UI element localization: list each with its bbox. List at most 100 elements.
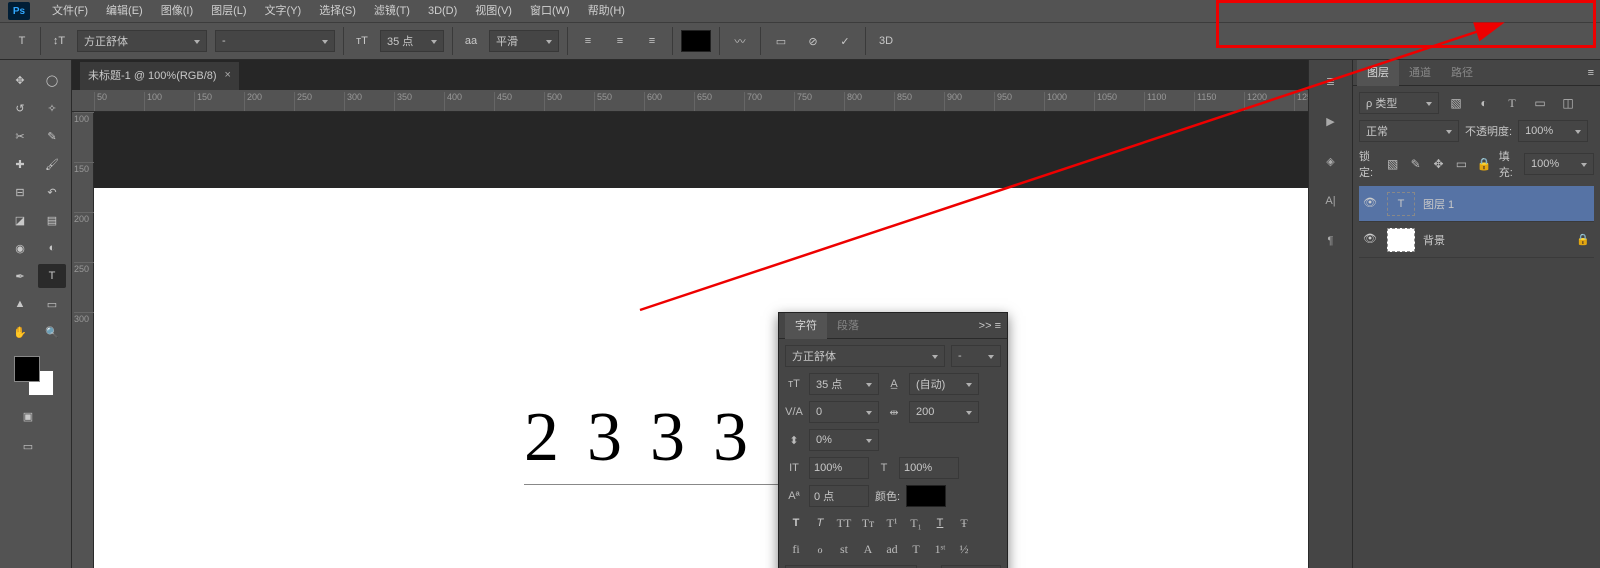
eraser-tool[interactable]: ◪ [6, 208, 34, 232]
type-tool[interactable]: T [38, 264, 66, 288]
paragraph-tab[interactable]: 段落 [827, 313, 869, 339]
cp-tracking[interactable]: 200 [909, 401, 979, 423]
align-right-button[interactable]: ≡ [640, 30, 664, 52]
superscript-button[interactable]: T¹ [881, 513, 903, 533]
filter-smart-icon[interactable]: ◫ [1557, 93, 1579, 113]
menu-file[interactable]: 文件(F) [44, 0, 96, 22]
cp-color-swatch[interactable] [906, 485, 946, 507]
stylistic-button[interactable]: st [833, 539, 855, 559]
strike-button[interactable]: Ŧ [953, 513, 975, 533]
close-tab-icon[interactable]: × [225, 69, 231, 81]
cp-font-family[interactable]: 方正舒体 [785, 345, 945, 367]
titling-button[interactable]: A [857, 539, 879, 559]
filter-kind-select[interactable]: ρ 类型 [1359, 92, 1439, 114]
smallcaps-button[interactable]: Tᴛ [857, 513, 879, 533]
canvas[interactable]: 23333 [94, 188, 1308, 568]
layer-row[interactable]: 👁 T 图层 1 [1359, 186, 1594, 222]
menu-filter[interactable]: 滤镜(T) [366, 0, 418, 22]
document-tab[interactable]: 未标题-1 @ 100%(RGB/8) × [80, 62, 239, 90]
type-tool-icon[interactable]: T [12, 31, 32, 51]
screenmode-icon[interactable]: ▭ [14, 434, 42, 458]
heal-tool[interactable]: ✚ [6, 152, 34, 176]
cp-vscale[interactable]: 100% [809, 457, 869, 479]
contextual-button[interactable]: T [905, 539, 927, 559]
brush-tool[interactable]: 🖌 [38, 152, 66, 176]
layers-tab[interactable]: 图层 [1357, 60, 1399, 86]
layer-row[interactable]: 👁 背景 🔒 [1359, 222, 1594, 258]
cp-baseline[interactable]: 0 点 [809, 485, 869, 507]
menu-help[interactable]: 帮助(H) [580, 0, 633, 22]
foreground-color[interactable] [14, 356, 40, 382]
subscript-button[interactable]: T₁ [905, 513, 927, 533]
eyedropper-tool[interactable]: ✎ [38, 124, 66, 148]
paragraph-panel-icon[interactable]: ¶ [1315, 228, 1347, 254]
menu-image[interactable]: 图像(I) [153, 0, 201, 22]
menu-view[interactable]: 视图(V) [467, 0, 520, 22]
layer-name[interactable]: 图层 1 [1423, 196, 1454, 212]
character-panel-icon[interactable]: A| [1315, 188, 1347, 214]
wand-tool[interactable]: ✧ [38, 96, 66, 120]
cp-leading[interactable]: (自动) [909, 373, 979, 395]
commit-icon[interactable]: ✓ [833, 30, 857, 52]
align-center-button[interactable]: ≡ [608, 30, 632, 52]
paths-tab[interactable]: 路径 [1441, 60, 1483, 86]
filter-shape-icon[interactable]: ▭ [1529, 93, 1551, 113]
cp-font-style[interactable]: - [951, 345, 1001, 367]
lock-all-icon[interactable]: 🔒 [1476, 154, 1493, 174]
color-fg-bg[interactable] [14, 356, 54, 396]
layer-name[interactable]: 背景 [1423, 232, 1445, 248]
menu-edit[interactable]: 编辑(E) [98, 0, 151, 22]
font-size-select[interactable]: 35 点 [380, 30, 444, 52]
panel-menu-icon[interactable]: ≡ [995, 320, 1001, 332]
lock-pos-icon[interactable]: ✥ [1430, 154, 1447, 174]
path-select-tool[interactable]: ▲ [6, 292, 34, 316]
shape-tool[interactable]: ▭ [38, 292, 66, 316]
ord-button[interactable]: ℴ [809, 539, 831, 559]
lock-trans-icon[interactable]: ▧ [1384, 154, 1401, 174]
marquee-tool[interactable]: ◯ [38, 68, 66, 92]
panel-collapse-icon[interactable]: >> [979, 320, 992, 332]
lock-pixels-icon[interactable]: ✎ [1407, 154, 1424, 174]
menu-layer[interactable]: 图层(L) [203, 0, 254, 22]
align-left-button[interactable]: ≡ [576, 30, 600, 52]
channels-tab[interactable]: 通道 [1399, 60, 1441, 86]
opacity-select[interactable]: 100% [1518, 120, 1588, 142]
first-button[interactable]: 1ˢᵗ [929, 539, 951, 559]
fill-select[interactable]: 100% [1524, 153, 1594, 175]
text-color-swatch[interactable] [681, 30, 711, 52]
move-tool[interactable]: ✥ [6, 68, 34, 92]
warp-text-icon[interactable]: 〰 [728, 30, 752, 52]
font-family-select[interactable]: 方正舒体 [77, 30, 207, 52]
menu-type[interactable]: 文字(Y) [257, 0, 310, 22]
cp-hscale[interactable]: 100% [899, 457, 959, 479]
character-tab[interactable]: 字符 [785, 313, 827, 339]
zoom-tool[interactable]: 🔍 [38, 320, 66, 344]
menu-select[interactable]: 选择(S) [311, 0, 364, 22]
blur-tool[interactable]: ◉ [6, 236, 34, 260]
lasso-tool[interactable]: ↺ [6, 96, 34, 120]
pen-tool[interactable]: ✒ [6, 264, 34, 288]
hand-tool[interactable]: ✋ [6, 320, 34, 344]
stamp-tool[interactable]: ⊟ [6, 180, 34, 204]
ordinals-button[interactable]: ad [881, 539, 903, 559]
character-panel[interactable]: 字符 段落 >> ≡ 方正舒体 - тT 35 点 [778, 312, 1008, 568]
menu-window[interactable]: 窗口(W) [522, 0, 578, 22]
filter-type-icon[interactable]: T [1501, 93, 1523, 113]
cancel-icon[interactable]: ⊘ [801, 30, 825, 52]
cp-kerning[interactable]: 0 [809, 401, 879, 423]
panel-toggle-icon[interactable]: ▭ [769, 30, 793, 52]
menu-3d[interactable]: 3D(D) [420, 0, 465, 22]
3d-panel-icon[interactable]: ◈ [1315, 148, 1347, 174]
filter-pixel-icon[interactable]: ▧ [1445, 93, 1467, 113]
underline-button[interactable]: T [929, 513, 951, 533]
italic-button[interactable]: T [809, 513, 831, 533]
3d-button[interactable]: 3D [874, 30, 898, 52]
crop-tool[interactable]: ✂ [6, 124, 34, 148]
fi-lig-button[interactable]: fi [785, 539, 807, 559]
font-style-select[interactable]: - [215, 30, 335, 52]
history-panel-icon[interactable]: ≣ [1315, 68, 1347, 94]
actions-panel-icon[interactable]: ▶ [1315, 108, 1347, 134]
cp-font-size[interactable]: 35 点 [809, 373, 879, 395]
dodge-tool[interactable]: ◐ [38, 236, 66, 260]
quickmask-icon[interactable]: ▣ [14, 404, 42, 428]
